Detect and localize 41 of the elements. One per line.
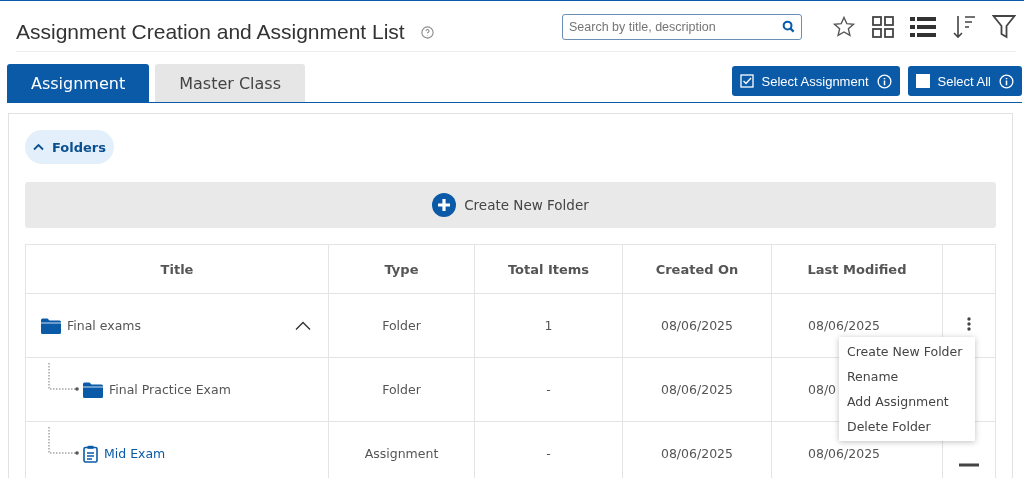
clipboard-icon xyxy=(83,444,98,463)
star-icon[interactable] xyxy=(832,15,856,39)
info-icon xyxy=(876,73,892,89)
chevron-icon xyxy=(33,143,44,151)
folder-name: Final exams xyxy=(67,318,141,333)
sort-icon[interactable] xyxy=(952,14,976,40)
checkbox-icon xyxy=(915,74,930,88)
folder-icon xyxy=(41,317,61,334)
page-title: Assignment Creation and Assignment List xyxy=(16,20,405,44)
table-cell: 1 xyxy=(474,293,623,358)
create-folder-button[interactable]: Create New Folder xyxy=(25,182,996,228)
tab[interactable]: Assignment xyxy=(7,64,150,102)
select-all-button[interactable]: Select All xyxy=(907,66,1022,96)
folder-name: Final Practice Exam xyxy=(109,382,231,397)
folder-icon xyxy=(83,381,103,398)
table-cell: Folder xyxy=(328,357,475,422)
table-cell: - xyxy=(474,357,623,422)
assignment-link[interactable]: Mid Exam xyxy=(104,446,166,461)
select-assignment-button[interactable]: Select Assignment xyxy=(731,66,900,96)
tab[interactable]: Master Class xyxy=(155,64,306,102)
list-view-icon[interactable] xyxy=(910,16,936,38)
more-icon[interactable] xyxy=(967,317,971,331)
folders-toggle[interactable]: Folders xyxy=(25,130,114,164)
column-header: Total Items xyxy=(474,244,623,294)
plus-icon xyxy=(432,193,457,217)
table-cell: 08/06/2025 xyxy=(622,293,772,358)
column-header: Created On xyxy=(622,244,772,294)
search-icon[interactable] xyxy=(782,20,795,33)
table-cell: 08/06/2025 xyxy=(622,357,772,422)
column-header: Type xyxy=(328,244,475,294)
info-icon xyxy=(999,73,1014,89)
chevron-icon[interactable] xyxy=(295,320,311,331)
checkbox-icon xyxy=(739,74,754,88)
table-cell: Folder xyxy=(328,293,475,358)
column-header: Title xyxy=(25,244,329,294)
minus-icon[interactable] xyxy=(959,463,979,467)
search-field[interactable]: Search by title, description xyxy=(562,14,802,40)
help-icon[interactable] xyxy=(420,25,434,39)
grid-view-icon[interactable] xyxy=(872,16,894,38)
column-header: Last Modified xyxy=(771,244,943,294)
filter-icon[interactable] xyxy=(992,14,1016,40)
